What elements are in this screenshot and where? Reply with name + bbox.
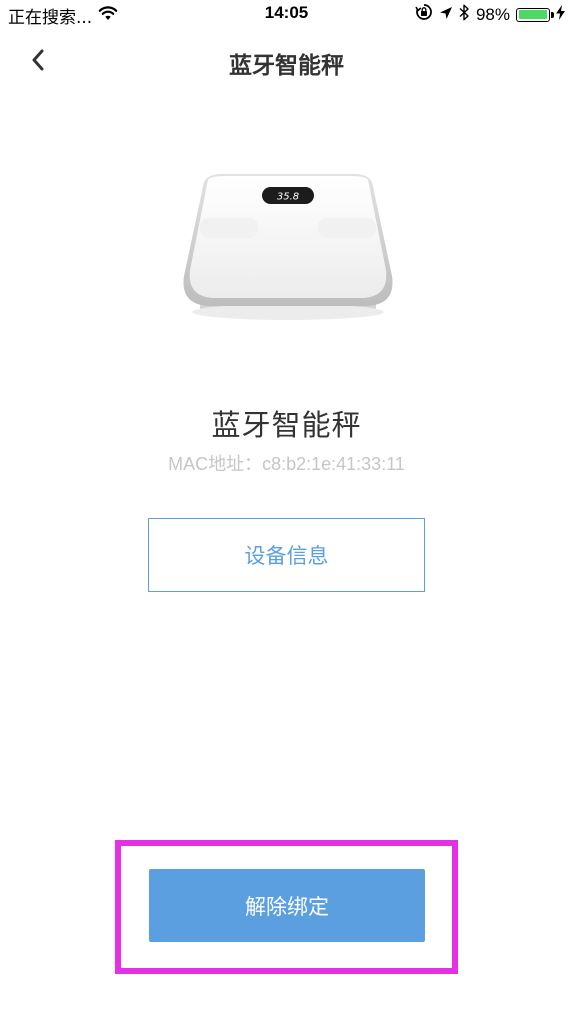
battery-percent: 98% (475, 4, 510, 24)
mac-address: MAC地址：c8:b2:1e:41:33:11 (168, 454, 405, 474)
location-icon (439, 5, 453, 25)
battery-icon (516, 7, 554, 22)
battery-level (518, 10, 547, 19)
smart-scale-icon: 35.8 (178, 172, 398, 324)
battery-cap (551, 11, 554, 18)
rotation-lock-icon (415, 3, 433, 26)
nav-bar: 蓝牙智能秤 (0, 28, 573, 94)
bluetooth-icon (459, 4, 470, 26)
unbind-button[interactable]: 解除绑定 (149, 869, 425, 942)
device-info-button[interactable]: 设备信息 (148, 518, 425, 592)
page-title: 蓝牙智能秤 (229, 53, 344, 79)
charging-icon (556, 4, 565, 25)
device-name: 蓝牙智能秤 (211, 408, 362, 442)
status-bar: 正在搜索... 14:05 98% (0, 0, 573, 28)
scale-display-reading: 35.8 (277, 192, 299, 203)
status-right: 98% (415, 3, 565, 26)
